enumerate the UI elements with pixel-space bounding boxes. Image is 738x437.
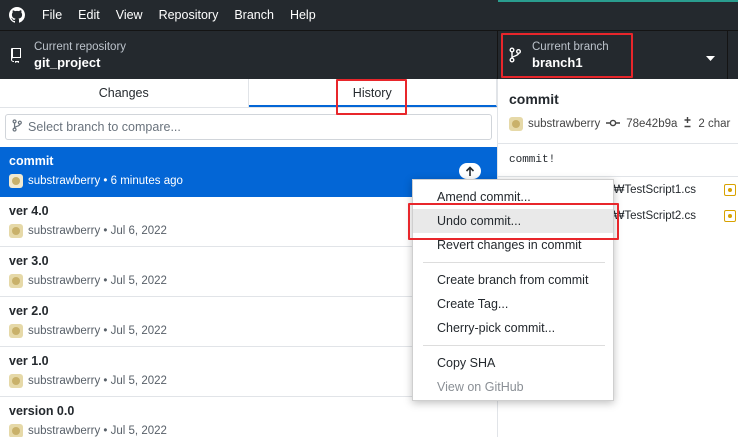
- current-branch-name: branch1: [532, 54, 583, 70]
- avatar: [9, 224, 23, 238]
- branch-icon: [498, 47, 532, 63]
- menu-help[interactable]: Help: [282, 0, 324, 30]
- unpushed-arrow-up-icon: [459, 163, 481, 179]
- menu-item-undo-commit[interactable]: Undo commit...: [413, 209, 613, 233]
- avatar: [509, 117, 523, 131]
- menu-repository[interactable]: Repository: [151, 0, 227, 30]
- current-branch-label: Current branch: [532, 40, 609, 53]
- commit-title: version 0.0: [9, 404, 75, 418]
- avatar: [9, 424, 23, 437]
- chevron-down-icon: [706, 51, 715, 65]
- menu-item-cherry-pick[interactable]: Cherry-pick commit...: [413, 316, 613, 340]
- file-modified-icon: [724, 184, 736, 196]
- avatar: [9, 324, 23, 338]
- commit-author: substrawberry: [28, 375, 101, 387]
- commit-item[interactable]: version 0.0 substrawberry • Jul 5, 2022: [0, 397, 497, 437]
- current-repository-name: git_project: [34, 54, 101, 70]
- branch-compare-field[interactable]: [5, 114, 492, 140]
- menu-view[interactable]: View: [108, 0, 151, 30]
- menu-item-revert-commit[interactable]: Revert changes in commit: [413, 233, 613, 257]
- menu-branch[interactable]: Branch: [226, 0, 282, 30]
- branch-compare-input[interactable]: [28, 120, 428, 134]
- branch-icon: [12, 119, 22, 135]
- window-accent-line: [498, 0, 738, 2]
- file-modified-icon: [724, 210, 736, 222]
- commit-change-count: 2 char: [698, 118, 731, 130]
- avatar: [9, 274, 23, 288]
- repository-icon: [0, 47, 34, 63]
- commit-time: Jul 5, 2022: [110, 425, 167, 437]
- commit-summary: commit substrawberry 78e42b9a 2 char: [498, 79, 738, 144]
- github-logo-icon: [0, 0, 34, 30]
- commit-detail-title: commit: [509, 91, 559, 107]
- commit-detail-author: substrawberry: [528, 118, 601, 130]
- current-repository-button[interactable]: Current repository git_project: [0, 31, 498, 79]
- diff-plus-minus-icon: [683, 117, 692, 131]
- commit-time: Jul 5, 2022: [110, 275, 167, 287]
- menu-separator: [423, 345, 605, 346]
- commit-author: substrawberry: [28, 175, 101, 187]
- menu-item-view-on-github: View on GitHub: [437, 380, 524, 394]
- commit-author: substrawberry: [28, 325, 101, 337]
- commit-author: substrawberry: [28, 275, 101, 287]
- commit-sha-icon: [606, 118, 621, 130]
- tab-history[interactable]: History: [248, 79, 497, 107]
- tab-changes[interactable]: Changes: [0, 79, 249, 107]
- menu-edit[interactable]: Edit: [70, 0, 108, 30]
- menu-bar: File Edit View Repository Branch Help: [0, 0, 738, 30]
- commit-time: Jul 6, 2022: [110, 225, 167, 237]
- menu-item-copy-sha[interactable]: Copy SHA: [413, 351, 613, 375]
- commit-context-menu: Amend commit... Undo commit... Revert ch…: [412, 179, 614, 401]
- current-repository-label: Current repository: [34, 40, 127, 53]
- menu-separator: [423, 262, 605, 263]
- commit-sha[interactable]: 78e42b9a: [626, 118, 677, 130]
- commit-time: Jul 5, 2022: [110, 325, 167, 337]
- current-branch-button[interactable]: Current branch branch1: [498, 31, 728, 79]
- commit-author: substrawberry: [28, 225, 101, 237]
- sidebar-tabs: Changes History: [0, 79, 497, 108]
- avatar: [9, 174, 23, 188]
- menu-item-amend-commit[interactable]: Amend commit...: [413, 185, 613, 209]
- toolbar: Current repository git_project Current b…: [0, 30, 738, 79]
- avatar: [9, 374, 23, 388]
- commit-time: Jul 5, 2022: [110, 375, 167, 387]
- commit-author: substrawberry: [28, 425, 101, 437]
- menu-file[interactable]: File: [34, 0, 70, 30]
- commit-title: commit: [9, 154, 54, 168]
- menu-item-create-branch[interactable]: Create branch from commit: [413, 268, 613, 292]
- menu-item-create-tag[interactable]: Create Tag...: [413, 292, 613, 316]
- commit-time: 6 minutes ago: [110, 175, 183, 187]
- commit-message: commit!: [498, 144, 738, 177]
